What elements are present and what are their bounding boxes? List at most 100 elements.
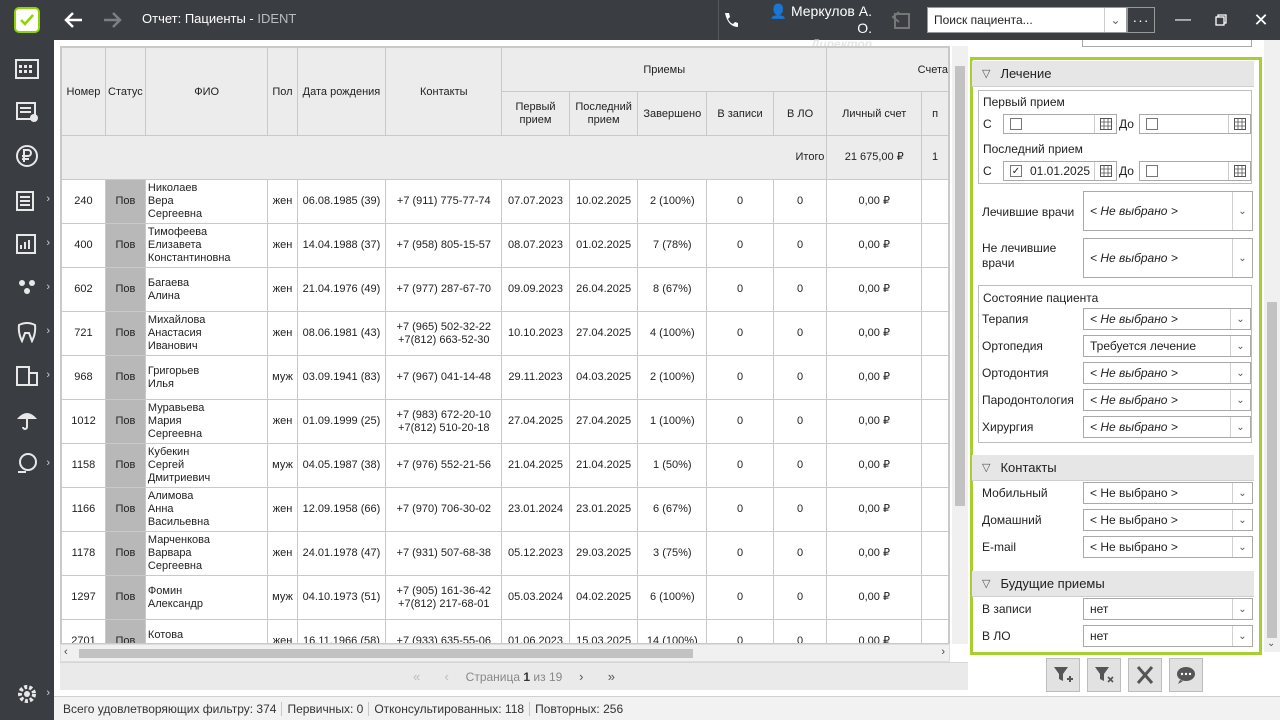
filter-select[interactable]: нет ⌄	[1083, 598, 1253, 620]
filter-select[interactable]: < Не выбрано > ⌄	[1083, 308, 1251, 330]
table-row[interactable]: 968 Пов Григорьев Илья муж 03.09.1941 (83) +7 …	[61, 355, 949, 400]
first-page-icon[interactable]: «	[406, 669, 428, 684]
documents-icon[interactable]: ›	[0, 178, 54, 222]
table-row[interactable]: 1297 Пов Фомин Александр муж 04.10.1973 (51) +…	[61, 575, 949, 620]
patients-icon[interactable]: ›	[0, 266, 54, 310]
current-user[interactable]: 👤 Меркулов А. О. Директор	[760, 3, 872, 51]
clear-filter-button[interactable]	[1087, 658, 1121, 692]
calendar-icon[interactable]	[1228, 115, 1250, 133]
table-row[interactable]: 400 Пов Тимофеева Елизавета Константиновна же…	[61, 223, 949, 268]
ruble-icon[interactable]	[0, 134, 54, 178]
tooth-icon[interactable]: ›	[0, 310, 54, 354]
payment-icon[interactable]: ›	[0, 442, 54, 486]
cell-first-visit: 05.12.2023	[501, 531, 570, 576]
last-page-icon[interactable]: »	[600, 669, 622, 684]
table-row[interactable]: 1012 Пов Муравьева Мария Сергеевна жен 01.09.1…	[61, 399, 949, 444]
calendar-icon[interactable]	[1228, 162, 1250, 180]
table-row[interactable]: 2701ПовКотоваЖаннажен16.11.1966 (58) +7 (…	[61, 619, 949, 643]
devices-icon[interactable]: ›	[0, 354, 54, 398]
patient-search-input[interactable]: Поиск пациента... ⌄	[927, 7, 1127, 33]
cell-sex: жен	[267, 223, 298, 268]
col-personal-account[interactable]: Личный счет	[826, 91, 923, 136]
prev-page-icon[interactable]: ‹	[436, 669, 458, 684]
filter-select[interactable]: нет ⌄	[1083, 625, 1253, 647]
filter-select[interactable]: < Не выбрано > ⌄	[1083, 536, 1253, 558]
col-more[interactable]: п	[921, 91, 949, 136]
checklist-icon[interactable]	[0, 90, 54, 134]
filter-select[interactable]: < Не выбрано > ⌄	[1083, 389, 1251, 411]
cell-personal: 0,00 ₽	[826, 311, 923, 356]
filter-select[interactable]: < Не выбрано > ⌄	[1083, 482, 1253, 504]
more-options-button[interactable]: ···	[1127, 7, 1155, 33]
table-row[interactable]: 721 Пов Михайлова Анастасия Иванович жен 08.06…	[61, 311, 949, 356]
filter-select[interactable]: < Не выбрано > ⌄	[1083, 509, 1253, 531]
col-last-visit[interactable]: Последний прием	[568, 91, 639, 136]
col-fio[interactable]: ФИО	[144, 47, 269, 136]
doctors-select[interactable]: < Не выбрано > ⌄	[1083, 191, 1253, 231]
table-row[interactable]: 1158 Пов Кубекин Сергей Дмитриевич муж 04.05.1…	[61, 443, 949, 488]
filter-select[interactable]: < Не выбрано > ⌄	[1083, 416, 1251, 438]
calendar-icon[interactable]	[1094, 162, 1116, 180]
not-doctors-select[interactable]: < Не выбрано > ⌄	[1083, 238, 1253, 278]
next-page-icon[interactable]: ›	[570, 669, 592, 684]
fio-line: Сергеевна	[147, 428, 203, 440]
cell-fio: Григорьев Илья	[144, 355, 269, 400]
section-contacts-header[interactable]: ▽ Контакты	[972, 455, 1254, 481]
col-done[interactable]: Завершено	[637, 91, 708, 136]
fio-line: Сергеевна	[147, 208, 203, 220]
phone-icon[interactable]	[718, 6, 744, 34]
history-back-icon[interactable]	[888, 8, 912, 32]
last-from-checkbox[interactable]: ✓	[1010, 165, 1022, 177]
back-arrow-icon[interactable]	[60, 7, 88, 33]
first-to-checkbox[interactable]	[1146, 118, 1158, 130]
cell-lo: 0	[772, 531, 828, 576]
scroll-right-icon[interactable]: ›	[941, 646, 945, 658]
last-to-checkbox[interactable]	[1146, 165, 1158, 177]
filter-label: Ортодонтия	[982, 366, 1049, 380]
close-icon[interactable]: ✕	[1246, 8, 1276, 32]
section-treatment-header[interactable]: ▽ Лечение	[972, 61, 1254, 87]
col-contacts[interactable]: Контакты	[385, 47, 503, 136]
table-row[interactable]: 1178 Пов Марченкова Варвара Сергеевна жен 24.0…	[61, 531, 949, 576]
col-dob[interactable]: Дата рождения	[296, 47, 387, 136]
table-row[interactable]: 1166 Пов Алимова Анна Васильевна жен 12.09.195…	[61, 487, 949, 532]
cell-last-visit: 01.02.2025	[568, 223, 639, 268]
last-visit-from-date[interactable]: ✓ 01.01.2025	[1003, 161, 1117, 181]
col-lo[interactable]: В ЛО	[772, 91, 828, 136]
last-visit-to-date[interactable]	[1139, 161, 1251, 181]
first-from-checkbox[interactable]	[1010, 118, 1022, 130]
export-excel-button[interactable]	[1128, 658, 1162, 692]
cell-more	[921, 443, 949, 488]
filter-select[interactable]: < Не выбрано > ⌄	[1083, 362, 1251, 384]
minimize-icon[interactable]: —	[1168, 8, 1198, 32]
message-button[interactable]	[1169, 658, 1203, 692]
table-row[interactable]: 602 Пов Багаева Алина жен 21.04.1976 (49) +7 (…	[61, 267, 949, 312]
col-first-visit[interactable]: Первый прием	[501, 91, 570, 136]
first-visit-to-date[interactable]	[1139, 114, 1251, 134]
table-vertical-scrollbar[interactable]	[952, 46, 968, 644]
filter-scrollbar[interactable]: ⌄	[1264, 40, 1280, 652]
col-booked[interactable]: В записи	[706, 91, 774, 136]
col-number[interactable]: Номер	[61, 47, 106, 136]
chevron-down-icon[interactable]: ⌄	[1104, 8, 1126, 32]
restore-icon[interactable]	[1206, 8, 1236, 32]
col-sex[interactable]: Пол	[267, 47, 298, 136]
table-horizontal-scrollbar[interactable]: ‹ ›	[60, 644, 950, 662]
settings-gear-icon[interactable]: ›	[0, 672, 54, 716]
col-status[interactable]: Статус	[104, 47, 146, 136]
apply-filter-button[interactable]	[1046, 658, 1080, 692]
cell-number: 240	[61, 179, 106, 224]
section-future-header[interactable]: ▽ Будущие приемы	[972, 571, 1254, 597]
forward-arrow-icon[interactable]	[98, 7, 126, 33]
scroll-left-icon[interactable]: ‹	[64, 646, 68, 658]
calendar-icon[interactable]	[1094, 115, 1116, 133]
app-logo[interactable]	[0, 0, 54, 40]
cell-status: Пов	[104, 223, 146, 268]
calendar-grid-icon[interactable]	[0, 46, 54, 90]
umbrella-icon[interactable]	[0, 398, 54, 442]
first-visit-from-date[interactable]	[1003, 114, 1117, 134]
cell-booked: 0	[706, 399, 774, 444]
chart-icon[interactable]: ›	[0, 222, 54, 266]
table-row[interactable]: 240 Пов Николаев Вера Сергеевна жен 06.08.1985…	[61, 179, 949, 224]
filter-select[interactable]: Требуется лечение ⌄	[1083, 335, 1251, 357]
